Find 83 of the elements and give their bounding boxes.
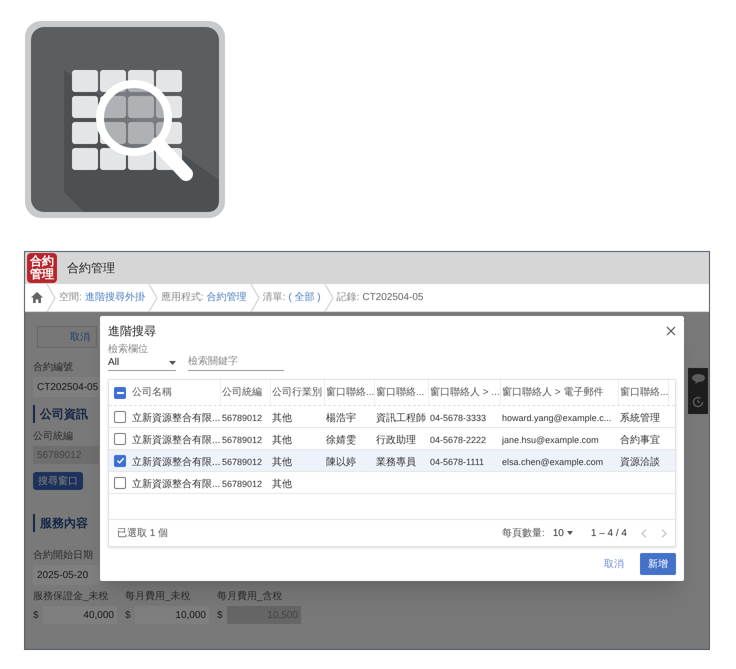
table-cell: 系統管理 — [620, 412, 660, 424]
table-cell: 立新資源整合有限... — [132, 412, 220, 424]
rows-per-page-select[interactable]: 10 — [552, 526, 573, 540]
table-cell: 楊浩宇 — [326, 412, 356, 424]
column-header[interactable]: 窗口聯絡人 > 電子郵件 — [502, 385, 604, 400]
table-cell: 04-5678-2222 — [430, 434, 486, 444]
table-cell: elsa.chen@example.com — [502, 456, 604, 466]
table-cell: 立新資源整合有限... — [132, 478, 220, 490]
table-cell: 其他 — [272, 434, 292, 446]
table-cell: 合約事宜 — [620, 434, 660, 446]
column-header[interactable]: 窗口聯絡... — [376, 385, 424, 400]
app-title: 合約管理 — [67, 260, 115, 277]
column-header[interactable]: 窗口聯絡... — [326, 385, 374, 400]
breadcrumb-link[interactable]: 進階搜尋外掛 — [84, 290, 145, 305]
selected-count: 已選取 1 個 — [117, 526, 168, 540]
amount-field[interactable]: 10,000 — [134, 606, 209, 624]
table-cell: jane.hsu@example.com — [502, 434, 599, 444]
table-cell: 56789012 — [222, 456, 262, 466]
currency-sign: $ — [33, 608, 39, 622]
chat-bubble-icon[interactable] — [692, 374, 704, 384]
refresh-clock-icon[interactable] — [692, 396, 704, 408]
close-icon[interactable] — [666, 326, 676, 336]
table-cell: 行政助理 — [376, 434, 416, 446]
field-label: 合約編號 — [33, 360, 73, 375]
table-cell: 立新資源整合有限... — [132, 434, 220, 446]
table-cell: 56789012 — [222, 434, 262, 444]
table-cell: 其他 — [272, 412, 292, 424]
currency-sign: $ — [217, 608, 223, 622]
field-label: 每月費用_含稅 — [217, 590, 284, 604]
table-cell: 徐婧雯 — [326, 434, 356, 446]
home-icon[interactable] — [31, 292, 43, 303]
checkbox[interactable] — [114, 476, 126, 488]
table-cell: 資訊工程師 — [376, 412, 426, 424]
table-cell: 04-5678-1111 — [430, 456, 484, 466]
breadcrumb-label: 空間: — [59, 290, 82, 305]
currency-sign: $ — [125, 608, 131, 622]
rows-per-page-label: 每頁數量: — [502, 526, 545, 540]
table-cell: 其他 — [272, 478, 292, 490]
dropdown-caret-icon — [566, 531, 573, 535]
dialog-title: 進階搜尋 — [108, 323, 156, 340]
contract-number-field[interactable]: CT202504-05 — [33, 377, 99, 397]
checkbox[interactable] — [114, 386, 126, 398]
start-date-field[interactable]: 2025-05-20 — [33, 565, 99, 585]
field-label: 合約開始日期 — [33, 548, 93, 563]
checkbox[interactable] — [114, 432, 126, 444]
search-field-select[interactable]: 檢索欄位 All — [108, 344, 176, 371]
page-range: 1 – 4 / 4 — [590, 526, 627, 540]
breadcrumb-link[interactable]: 合約管理 — [206, 290, 247, 305]
column-header[interactable]: 公司統編 — [222, 385, 262, 400]
breadcrumb-label: 清單: — [262, 290, 286, 305]
table-cell: 其他 — [272, 456, 292, 468]
breadcrumb-label: 應用程式: — [160, 290, 204, 305]
app-logo: 合約 管理 — [27, 253, 57, 283]
column-header[interactable]: 窗口聯絡人 > ... — [430, 385, 500, 400]
table-row[interactable]: 立新資源整合有限... 56789012 其他 陳以婷 業務專員 04-5678-1111 elsa.chen@example.com 資源洽談 — [109, 450, 675, 472]
dropdown-caret-icon — [169, 360, 176, 364]
column-header[interactable]: 窗口聯絡... — [620, 385, 668, 400]
field-label: 公司統編 — [33, 430, 73, 444]
table-cell: 資源洽談 — [620, 456, 660, 468]
table-row[interactable]: 立新資源整合有限... 56789012 其他 — [109, 472, 675, 494]
table-cell: 56789012 — [222, 478, 262, 488]
table-row[interactable]: 立新資源整合有限... 56789012 其他 徐婧雯 行政助理 04-5678-2222 jane.hsu@example.com 合約事宜 — [109, 428, 675, 450]
table-cell: 立新資源整合有限... — [132, 456, 220, 468]
section-heading: 服務內容 — [33, 514, 88, 532]
table-cell: 04-5678-3333 — [430, 412, 486, 422]
checkbox[interactable] — [114, 454, 126, 466]
breadcrumb-link[interactable]: ( 全部 ) — [288, 290, 321, 305]
section-heading: 公司資訊 — [33, 405, 88, 423]
table-cell: 陳以婷 — [326, 456, 356, 468]
keyword-search-field[interactable]: 檢索關鍵字 — [188, 354, 284, 371]
table-cell: 56789012 — [222, 412, 262, 422]
column-header[interactable]: 公司名稱 — [132, 385, 172, 400]
table-search-icon — [24, 20, 226, 219]
add-button[interactable]: 新增 — [640, 553, 676, 575]
table-cell: 業務專員 — [376, 456, 416, 468]
amount-field[interactable]: 40,000 — [42, 606, 117, 624]
table-row[interactable]: 立新資源整合有限... 56789012 其他 楊浩宇 資訊工程師 04-5678-3333 howard.yang@example.c... 系統管理 — [109, 406, 675, 428]
field-label: 服務保證金_未稅 — [33, 590, 110, 604]
field-label: 每月費用_未稅 — [125, 590, 192, 604]
column-header[interactable]: 公司行業別 — [272, 385, 322, 400]
table-cell: howard.yang@example.c... — [502, 412, 612, 422]
checkbox[interactable] — [114, 410, 126, 422]
breadcrumb-label: 記錄: — [336, 290, 360, 305]
